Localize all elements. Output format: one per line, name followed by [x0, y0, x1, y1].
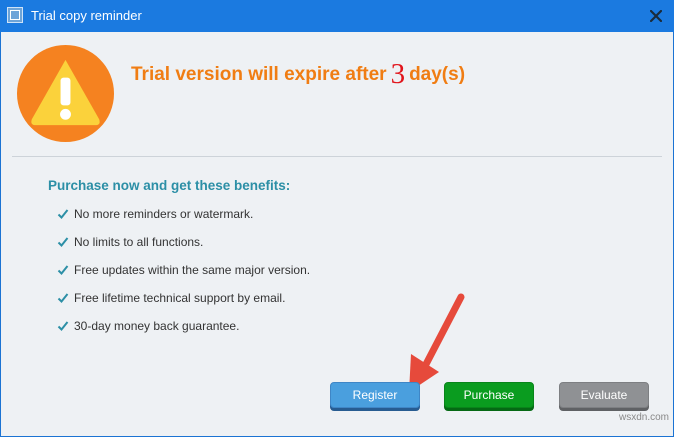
benefit-item: 30-day money back guarantee. [57, 319, 239, 333]
dialog-body: Trial version will expire after 3 day(s) P… [1, 32, 673, 436]
days-remaining: 3 [390, 58, 406, 90]
benefit-text: 30-day money back guarantee. [74, 319, 240, 333]
benefit-text: No limits to all functions. [74, 235, 204, 249]
benefit-item: Free updates within the same major versi… [57, 263, 310, 277]
check-icon [57, 265, 69, 275]
close-button[interactable] [640, 2, 672, 30]
benefit-item: No limits to all functions. [57, 235, 203, 249]
benefit-text: Free lifetime technical support by email… [74, 291, 286, 305]
purchase-button[interactable]: Purchase [444, 382, 534, 408]
benefits-title: Purchase now and get these benefits: [48, 178, 291, 193]
check-icon [57, 321, 69, 331]
warning-icon [16, 44, 115, 143]
check-icon [57, 209, 69, 219]
benefit-text: Free updates within the same major versi… [74, 263, 311, 277]
expiry-text-after: day(s) [409, 64, 466, 85]
window-title: Trial copy reminder [31, 8, 142, 23]
watermark: wsxdn.com [619, 412, 670, 423]
title-bar[interactable]: Trial copy reminder [0, 0, 674, 32]
register-button[interactable]: Register [330, 382, 420, 408]
expiry-headline: Trial version will expire after 3 day(s) [131, 58, 465, 91]
benefit-text: No more reminders or watermark. [74, 207, 254, 221]
dialog-window: Trial copy reminder Trial version will e… [0, 0, 674, 437]
divider [12, 156, 662, 157]
benefit-item: No more reminders or watermark. [57, 207, 253, 221]
evaluate-button[interactable]: Evaluate [559, 382, 649, 408]
close-icon [650, 10, 662, 22]
expiry-text-before: Trial version will expire after [131, 64, 387, 85]
benefit-item: Free lifetime technical support by email… [57, 291, 285, 305]
check-icon [57, 237, 69, 247]
app-icon [7, 7, 23, 23]
check-icon [57, 293, 69, 303]
